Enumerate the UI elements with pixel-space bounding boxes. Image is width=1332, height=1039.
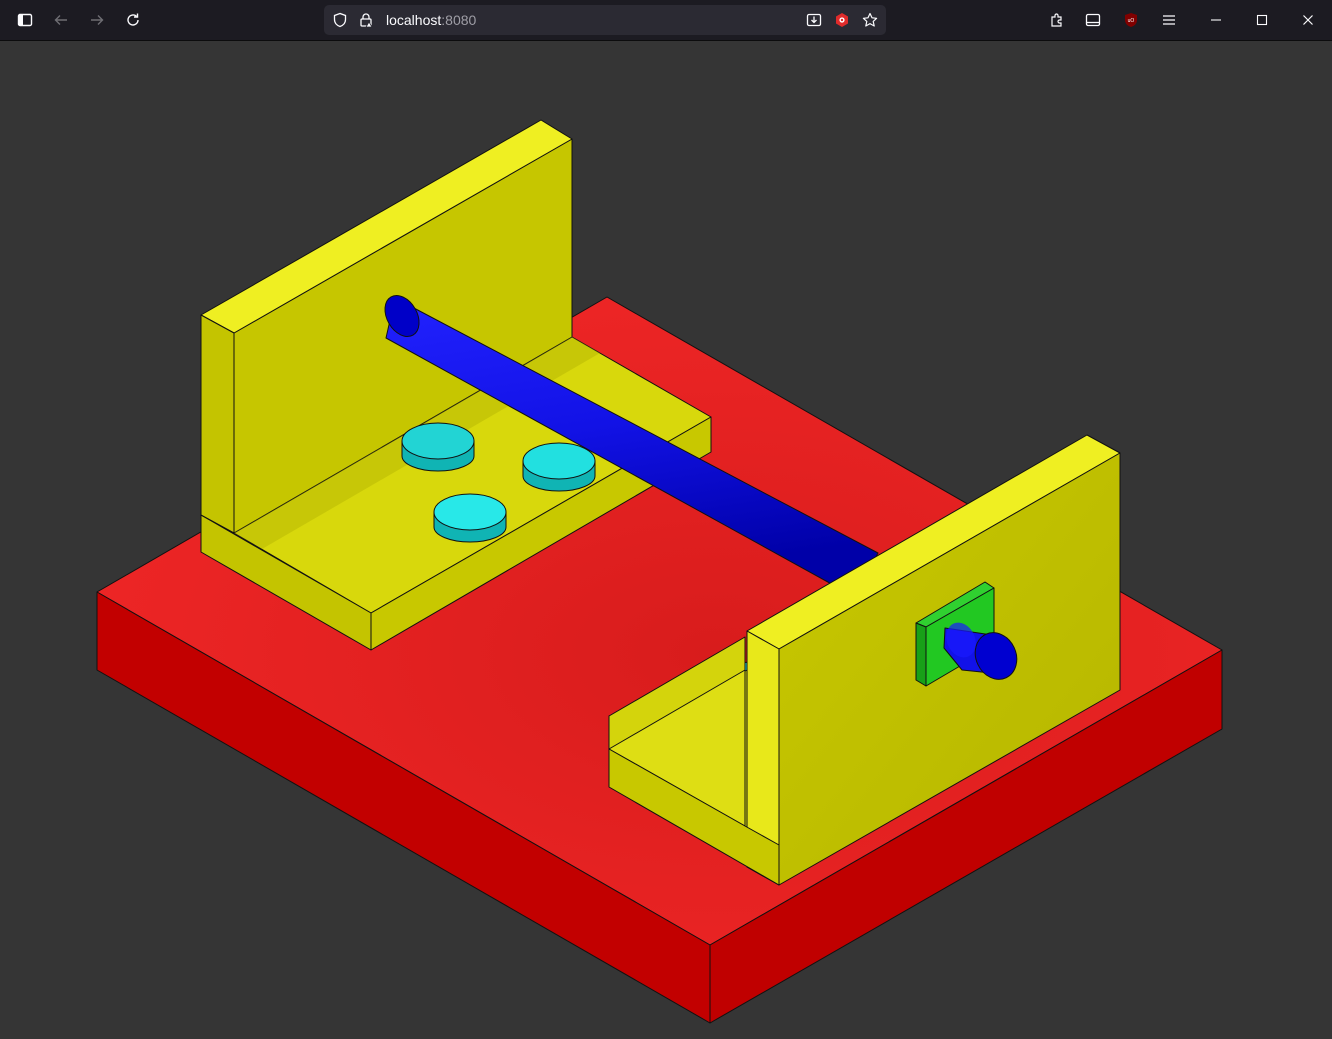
- install-app-icon[interactable]: [806, 12, 822, 28]
- extension-red-icon[interactable]: [834, 12, 850, 28]
- minimize-icon[interactable]: [1202, 6, 1230, 34]
- extensions-icon[interactable]: [1043, 6, 1071, 34]
- svg-text:uO: uO: [1128, 18, 1135, 24]
- bookmark-star-icon[interactable]: [862, 12, 878, 28]
- green-plate-edge: [915, 622, 927, 687]
- pad-1[interactable]: [401, 422, 475, 472]
- forward-arrow-icon[interactable]: [83, 6, 111, 34]
- url-host: localhost: [386, 12, 442, 28]
- cad-model-scene[interactable]: [0, 41, 1332, 1039]
- hamburger-menu-icon[interactable]: [1155, 6, 1183, 34]
- reload-icon[interactable]: [119, 6, 147, 34]
- url-text[interactable]: localhost:8080: [386, 12, 476, 28]
- tracking-shield-icon[interactable]: [332, 12, 348, 28]
- url-port: :8080: [441, 12, 477, 28]
- pad-3[interactable]: [433, 493, 507, 543]
- maximize-icon[interactable]: [1248, 6, 1276, 34]
- insecure-lock-icon[interactable]: [358, 12, 374, 28]
- ublock-icon[interactable]: uO: [1117, 6, 1145, 34]
- sidebar-toggle-icon[interactable]: [11, 6, 39, 34]
- left-bracket-wall-edge: [200, 314, 235, 534]
- pad-2[interactable]: [522, 442, 596, 492]
- close-icon[interactable]: [1294, 6, 1322, 34]
- back-arrow-icon[interactable]: [47, 6, 75, 34]
- browser-toolbar: localhost:8080 uO: [0, 0, 1332, 41]
- address-bar[interactable]: localhost:8080: [324, 5, 886, 35]
- 3d-viewport[interactable]: [0, 41, 1332, 1039]
- tab-tray-icon[interactable]: [1079, 6, 1107, 34]
